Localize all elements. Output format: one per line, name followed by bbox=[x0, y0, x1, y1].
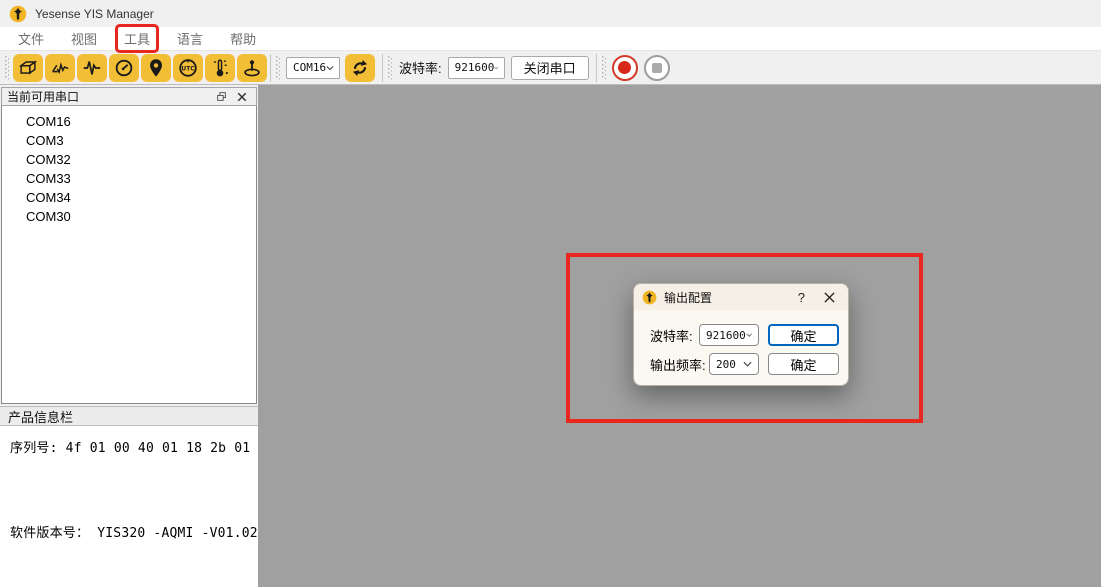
temperature-button[interactable] bbox=[205, 54, 235, 82]
record-button[interactable] bbox=[612, 55, 638, 81]
toolbar-separator bbox=[596, 54, 597, 82]
ports-dock-header: 当前可用串口 bbox=[1, 87, 257, 106]
baud-rate-row: 波特率: 921600 确定 bbox=[634, 324, 848, 346]
chevron-down-icon bbox=[746, 332, 752, 338]
dialog-logo-icon bbox=[642, 290, 657, 305]
serial-number-line: 序列号: 4f 01 00 40 01 18 2b 01 bbox=[10, 437, 250, 456]
app-window: Yesense YIS Manager 文件 视图 工具 语言 帮助 bbox=[0, 0, 1101, 587]
record-icon bbox=[618, 61, 631, 74]
serial-port-list: COM16COM3COM32COM33COM34COM30 bbox=[1, 106, 257, 404]
stop-icon bbox=[652, 63, 662, 73]
app-logo-icon bbox=[9, 5, 27, 23]
product-info-panel: 序列号: 4f 01 00 40 01 18 2b 01 软件版本号： YIS3… bbox=[0, 426, 258, 587]
serial-port-item[interactable]: COM16 bbox=[2, 112, 256, 131]
dialog-help-button[interactable]: ? bbox=[798, 290, 819, 305]
toolbar-drag-handle[interactable] bbox=[5, 56, 9, 80]
software-version-line: 软件版本号： YIS320 -AQMI -V01.02.03; bbox=[10, 522, 250, 541]
location-pin-icon bbox=[145, 57, 167, 79]
serial-number-label: 序列号: bbox=[10, 441, 58, 456]
cube-icon bbox=[17, 57, 39, 79]
refresh-ports-button[interactable] bbox=[345, 54, 375, 82]
toolbar: UTC COM16 bbox=[0, 50, 1101, 85]
toolbar-separator bbox=[270, 54, 271, 82]
location-button[interactable] bbox=[141, 54, 171, 82]
dialog-frequency-label: 输出频率: bbox=[650, 355, 706, 374]
serial-number-value: 4f 01 00 40 01 18 2b 01 bbox=[66, 441, 251, 456]
port-select-value: COM16 bbox=[293, 61, 326, 74]
dialog-frequency-select[interactable]: 200 bbox=[709, 353, 759, 375]
window-title: Yesense YIS Manager bbox=[35, 7, 154, 21]
probe-button[interactable] bbox=[237, 54, 267, 82]
software-version-label: 软件版本号： bbox=[10, 526, 89, 541]
refresh-icon bbox=[350, 58, 370, 78]
workspace-area: 输出配置 ? 波特率: 921600 确定 bbox=[258, 85, 1101, 587]
menu-file[interactable]: 文件 bbox=[12, 27, 50, 50]
baud-rate-value: 921600 bbox=[455, 61, 495, 74]
chevron-down-icon bbox=[326, 65, 334, 71]
toolbar-separator bbox=[382, 54, 383, 82]
close-icon bbox=[237, 92, 247, 102]
output-config-dialog: 输出配置 ? 波特率: 921600 确定 bbox=[633, 283, 849, 386]
pulse-curve-button[interactable] bbox=[77, 54, 107, 82]
waveform-pulse-icon bbox=[81, 57, 103, 79]
gauge-button[interactable] bbox=[109, 54, 139, 82]
float-window-icon bbox=[216, 91, 227, 102]
serial-port-item[interactable]: COM32 bbox=[2, 150, 256, 169]
product-info-header: 产品信息栏 bbox=[0, 406, 258, 426]
utc-clock-icon: UTC bbox=[177, 57, 199, 79]
baud-rate-select[interactable]: 921600 bbox=[448, 57, 505, 79]
baud-rate-label: 波特率: bbox=[399, 58, 442, 77]
baud-confirm-button[interactable]: 确定 bbox=[768, 324, 839, 346]
serial-port-item[interactable]: COM30 bbox=[2, 207, 256, 226]
output-frequency-row: 输出频率: 200 确定 bbox=[634, 353, 848, 375]
left-sidebar: 当前可用串口 COM16COM3COM32COM33COM34COM30 产品信… bbox=[0, 85, 258, 587]
dialog-baud-select[interactable]: 921600 bbox=[699, 324, 759, 346]
dialog-titlebar: 输出配置 ? bbox=[634, 284, 848, 310]
toolbar-drag-handle[interactable] bbox=[602, 56, 606, 80]
menu-language[interactable]: 语言 bbox=[171, 27, 209, 50]
close-icon bbox=[823, 291, 836, 304]
dialog-frequency-value: 200 bbox=[716, 358, 736, 371]
menu-view[interactable]: 视图 bbox=[65, 27, 103, 50]
gauge-icon bbox=[113, 57, 135, 79]
serial-port-item[interactable]: COM33 bbox=[2, 169, 256, 188]
dialog-baud-value: 921600 bbox=[706, 329, 746, 342]
attitude-curve-button[interactable] bbox=[45, 54, 75, 82]
3d-cube-button[interactable] bbox=[13, 54, 43, 82]
ports-dock-title: 当前可用串口 bbox=[7, 88, 79, 105]
stop-button[interactable] bbox=[644, 55, 670, 81]
float-dock-button[interactable] bbox=[211, 91, 232, 102]
dialog-close-button[interactable] bbox=[819, 289, 840, 306]
menu-help[interactable]: 帮助 bbox=[224, 27, 262, 50]
close-dock-button[interactable] bbox=[232, 92, 252, 102]
close-serial-port-button[interactable]: 关闭串口 bbox=[511, 56, 589, 80]
serial-port-item[interactable]: COM34 bbox=[2, 188, 256, 207]
utc-clock-button[interactable]: UTC bbox=[173, 54, 203, 82]
menubar: 文件 视图 工具 语言 帮助 bbox=[0, 27, 1101, 50]
svg-text:UTC: UTC bbox=[181, 65, 194, 72]
port-select[interactable]: COM16 bbox=[286, 57, 340, 79]
frequency-confirm-button[interactable]: 确定 bbox=[768, 353, 839, 375]
pin-probe-icon bbox=[241, 57, 263, 79]
chevron-down-icon bbox=[743, 361, 752, 367]
toolbar-drag-handle[interactable] bbox=[388, 56, 392, 80]
product-info-title: 产品信息栏 bbox=[8, 407, 73, 426]
dialog-title: 输出配置 bbox=[664, 289, 798, 306]
toolbar-drag-handle[interactable] bbox=[276, 56, 280, 80]
dialog-baud-label: 波特率: bbox=[650, 326, 693, 345]
titlebar: Yesense YIS Manager bbox=[0, 0, 1101, 27]
thermometer-icon bbox=[209, 57, 231, 79]
chevron-down-icon bbox=[494, 65, 498, 71]
menu-tools[interactable]: 工具 bbox=[118, 27, 156, 50]
serial-port-item[interactable]: COM3 bbox=[2, 131, 256, 150]
waveform-angle-icon bbox=[49, 57, 71, 79]
